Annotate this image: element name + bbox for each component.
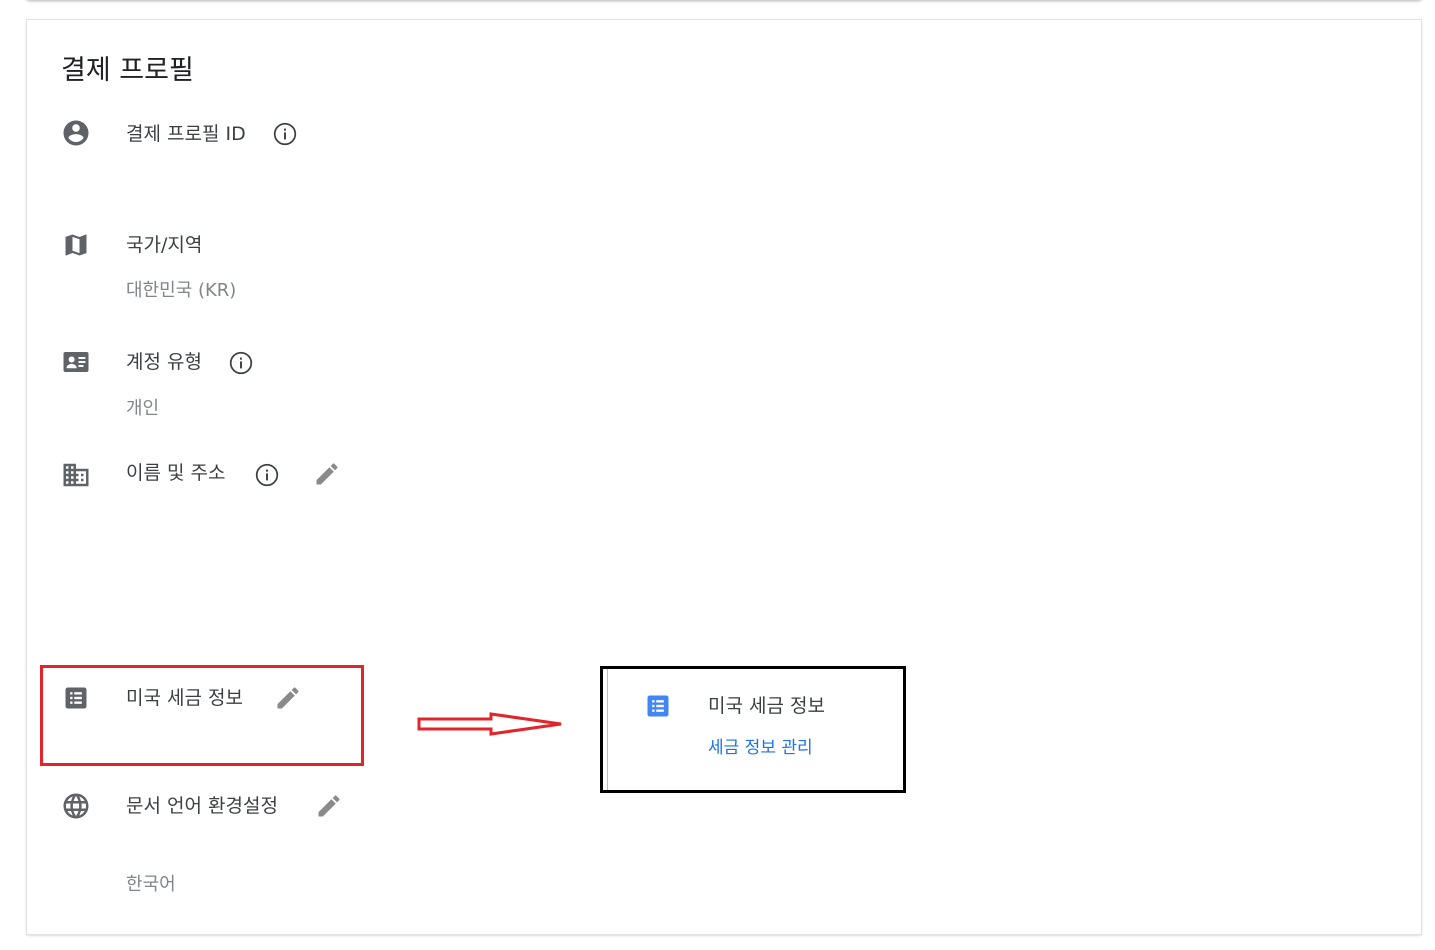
callout-title: 미국 세금 정보 bbox=[708, 695, 825, 717]
profile-id-label: 결제 프로필 ID bbox=[126, 123, 246, 145]
business-icon bbox=[61, 460, 91, 490]
account-type-value: 개인 bbox=[126, 398, 160, 419]
map-icon bbox=[61, 230, 91, 260]
profile-id-info-icon[interactable] bbox=[270, 119, 300, 149]
name-address-label: 이름 및 주소 bbox=[126, 462, 226, 484]
us-tax-highlight-box bbox=[40, 665, 364, 766]
globe-icon bbox=[61, 791, 91, 821]
country-label: 국가/지역 bbox=[126, 234, 203, 256]
country-value: 대한민국 (KR) bbox=[126, 280, 237, 301]
callout-divider bbox=[607, 669, 608, 790]
account-circle-icon bbox=[61, 118, 91, 148]
doc-language-edit-icon[interactable] bbox=[314, 791, 344, 821]
account-type-label: 계정 유형 bbox=[126, 351, 202, 373]
us-tax-edit-icon[interactable] bbox=[273, 683, 303, 713]
list-alt-blue-icon bbox=[643, 691, 673, 721]
red-arrow-annotation bbox=[417, 712, 562, 736]
name-address-info-icon[interactable] bbox=[252, 460, 282, 490]
us-tax-label: 미국 세금 정보 bbox=[126, 687, 243, 709]
callout-box bbox=[600, 666, 906, 793]
account-type-info-icon[interactable] bbox=[226, 348, 256, 378]
list-alt-icon bbox=[61, 683, 91, 713]
doc-language-label: 문서 언어 환경설정 bbox=[126, 795, 278, 817]
manage-tax-info-link[interactable]: 세금 정보 관리 bbox=[708, 733, 813, 758]
doc-language-value: 한국어 bbox=[126, 874, 176, 895]
name-address-edit-icon[interactable] bbox=[312, 459, 342, 489]
page-title: 결제 프로필 bbox=[61, 55, 194, 86]
contact-card-icon bbox=[61, 347, 91, 377]
